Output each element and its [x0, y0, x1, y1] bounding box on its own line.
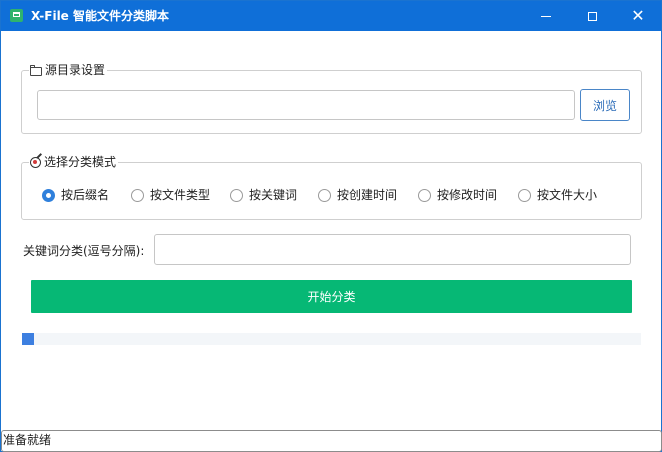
radio-by-created-time[interactable]: 按创建时间 — [318, 187, 397, 203]
minimize-icon — [541, 15, 551, 17]
keyword-label: 关键词分类(逗号分隔): — [23, 244, 145, 258]
radio-by-keyword[interactable]: 按关键词 — [230, 187, 297, 203]
browse-button-label: 浏览 — [592, 98, 617, 113]
radio-by-file-type[interactable]: 按文件类型 — [131, 187, 210, 203]
status-text: 准备就绪 — [3, 433, 52, 447]
maximize-button[interactable] — [569, 1, 615, 31]
app-window: X-File 智能文件分类脚本 ✕ 源目录设置 浏览 选择分类模式 按后缀名 按 — [0, 0, 662, 452]
radio-unselected-icon — [131, 188, 144, 202]
radio-unselected-icon — [518, 188, 531, 202]
close-icon: ✕ — [631, 6, 645, 25]
progress-fill — [22, 333, 34, 345]
radio-unselected-icon — [230, 188, 243, 202]
status-bar: 准备就绪 — [1, 430, 662, 452]
source-path-input[interactable] — [37, 90, 575, 120]
progress-bar — [22, 333, 641, 345]
classification-mode-legend: 选择分类模式 — [29, 154, 119, 170]
radio-label: 按创建时间 — [337, 188, 398, 202]
target-icon — [30, 156, 41, 168]
maximize-icon — [587, 11, 597, 21]
start-classify-button[interactable]: 开始分类 — [31, 280, 632, 313]
source-directory-title: 源目录设置 — [45, 63, 106, 77]
source-directory-legend: 源目录设置 — [29, 62, 108, 78]
radio-label: 按后缀名 — [61, 188, 110, 202]
radio-label: 按文件大小 — [537, 188, 598, 202]
title-bar[interactable]: X-File 智能文件分类脚本 ✕ — [1, 1, 661, 31]
radio-label: 按关键词 — [249, 188, 298, 202]
app-icon — [10, 9, 23, 22]
close-button[interactable]: ✕ — [615, 1, 661, 31]
window-title: X-File 智能文件分类脚本 — [31, 9, 169, 23]
radio-by-modified-time[interactable]: 按修改时间 — [418, 187, 497, 203]
radio-by-extension[interactable]: 按后缀名 — [42, 187, 109, 203]
radio-by-file-size[interactable]: 按文件大小 — [518, 187, 597, 203]
radio-selected-icon — [42, 188, 55, 202]
folder-icon — [30, 64, 42, 76]
browse-button[interactable]: 浏览 — [580, 89, 630, 121]
radio-label: 按文件类型 — [150, 188, 211, 202]
classification-mode-title: 选择分类模式 — [44, 155, 117, 169]
keyword-input[interactable] — [154, 234, 631, 265]
minimize-button[interactable] — [523, 1, 569, 31]
radio-unselected-icon — [318, 188, 331, 202]
radio-unselected-icon — [418, 188, 431, 202]
radio-label: 按修改时间 — [437, 188, 498, 202]
start-button-label: 开始分类 — [307, 290, 356, 304]
